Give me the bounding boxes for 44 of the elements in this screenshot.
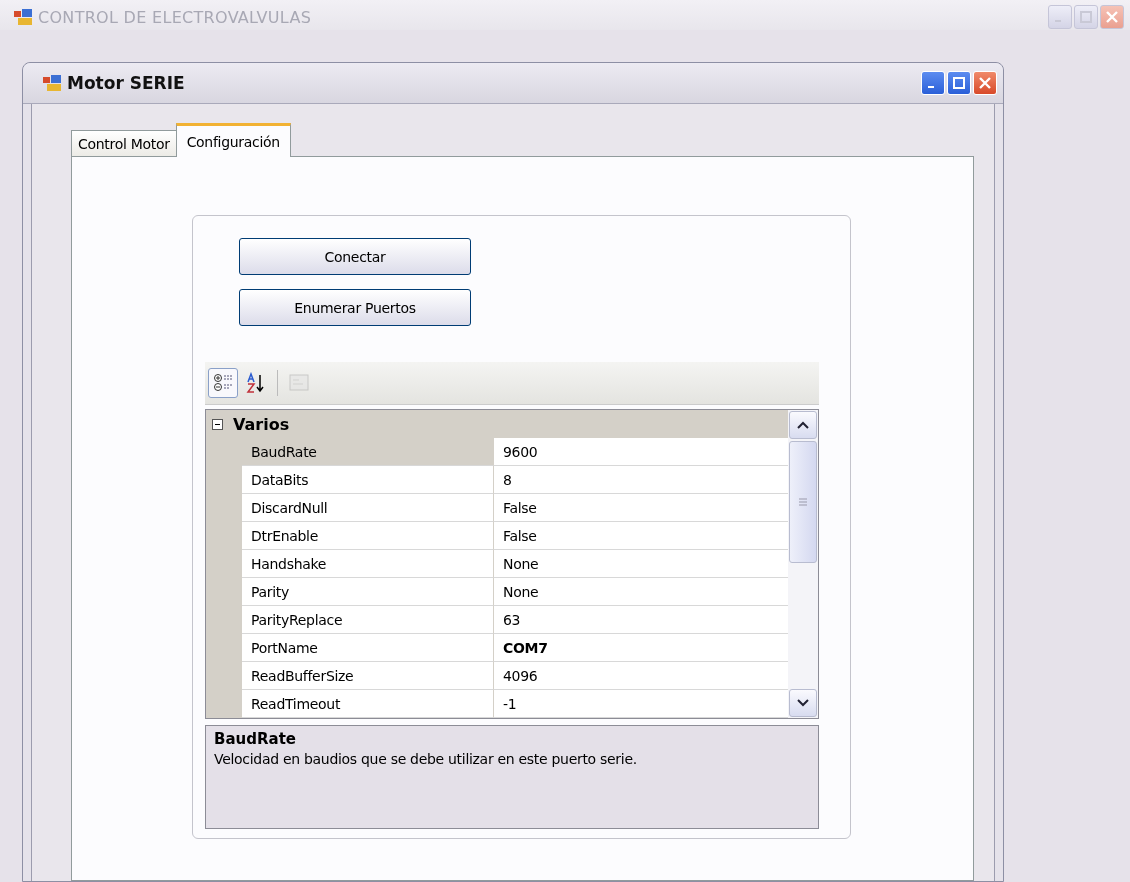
child-window-title: Motor SERIE (67, 73, 186, 93)
property-value[interactable]: 8 (494, 466, 788, 494)
property-value[interactable]: None (494, 550, 788, 578)
close-icon (1106, 11, 1118, 23)
maximize-icon (1080, 11, 1092, 23)
property-value[interactable]: 9600 (494, 438, 788, 466)
window-title: CONTROL DE ELECTROVALVULAS (38, 7, 313, 27)
property-value[interactable]: 63 (494, 606, 788, 634)
scroll-up-icon[interactable] (789, 411, 817, 439)
toolbar-button[interactable] (208, 368, 238, 398)
description-title: BaudRate (214, 730, 297, 748)
collapse-icon[interactable] (212, 418, 223, 430)
tab[interactable]: Configuración (175, 123, 291, 157)
property-name[interactable]: ReadBufferSize (242, 662, 494, 690)
property-value[interactable]: COM7 (494, 634, 788, 662)
categorized-icon (212, 372, 234, 394)
app-icon (43, 75, 61, 91)
command-button[interactable]: Conectar (239, 238, 471, 275)
scrollbar[interactable] (788, 410, 818, 718)
property-name[interactable]: DiscardNull (242, 494, 494, 522)
close-icon (979, 77, 991, 89)
property-name[interactable]: PortName (242, 634, 494, 662)
property-value[interactable]: False (494, 522, 788, 550)
maximize-icon (953, 77, 965, 89)
property-name[interactable]: ReadTimeout (242, 690, 494, 718)
property-name[interactable]: DtrEnable (242, 522, 494, 550)
sort-icon (245, 372, 267, 394)
property-value[interactable]: None (494, 578, 788, 606)
category-label: Varios (233, 414, 290, 434)
app-icon (14, 9, 32, 25)
minimize-icon (928, 86, 934, 88)
property-name[interactable]: Handshake (242, 550, 494, 578)
tab[interactable]: Control Motor (71, 130, 177, 156)
command-button[interactable]: Enumerar Puertos (239, 289, 471, 326)
scroll-thumb[interactable] (789, 441, 817, 563)
description-text: Velocidad en baudios que se debe utilizar en este puerto serie. (214, 751, 638, 767)
property-name[interactable]: Parity (242, 578, 494, 606)
property-value[interactable]: False (494, 494, 788, 522)
property-name[interactable]: DataBits (242, 466, 494, 494)
property-name[interactable]: ParityReplace (242, 606, 494, 634)
property-value[interactable]: -1 (494, 690, 788, 718)
property-pages-icon (288, 372, 310, 394)
property-value[interactable]: 4096 (494, 662, 788, 690)
scroll-down-icon[interactable] (789, 689, 817, 717)
